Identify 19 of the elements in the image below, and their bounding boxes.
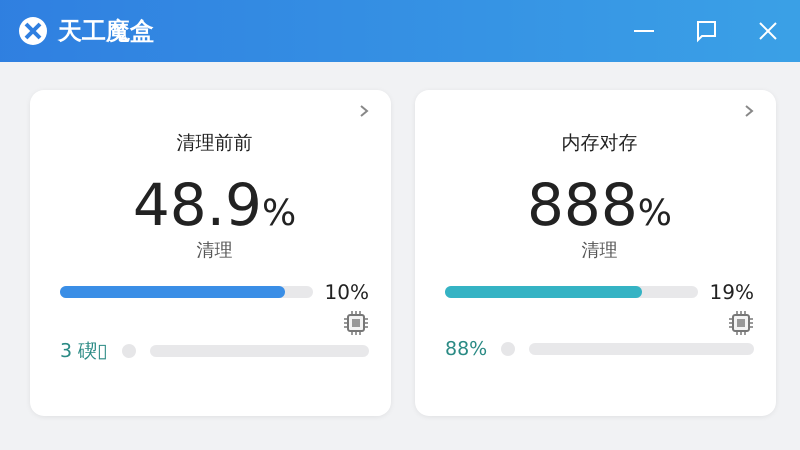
sub-label: 88% bbox=[445, 338, 488, 360]
progress-reading: 10% bbox=[324, 280, 369, 304]
status-dot bbox=[122, 344, 136, 358]
card-title: 清理前前 bbox=[176, 131, 252, 156]
card-title: 内存对存 bbox=[562, 131, 638, 156]
status-dot bbox=[501, 342, 516, 356]
percentage-value: 48.9% bbox=[132, 176, 296, 234]
sub-label: 3 碶▯ bbox=[60, 339, 108, 364]
chevron-icon[interactable] bbox=[744, 104, 754, 118]
card-caption: 清理 bbox=[582, 239, 618, 262]
window-title: 天工魔盒 bbox=[58, 16, 154, 47]
progress-reading: 19% bbox=[710, 280, 754, 304]
chevron-icon[interactable] bbox=[359, 104, 369, 118]
minimize-icon bbox=[634, 30, 654, 32]
speech-bubble-icon bbox=[694, 19, 718, 43]
close-icon bbox=[758, 21, 778, 41]
app-logo-icon bbox=[18, 16, 48, 46]
card-caption: 清理 bbox=[196, 239, 232, 262]
percentage-value: 888% bbox=[527, 176, 672, 234]
